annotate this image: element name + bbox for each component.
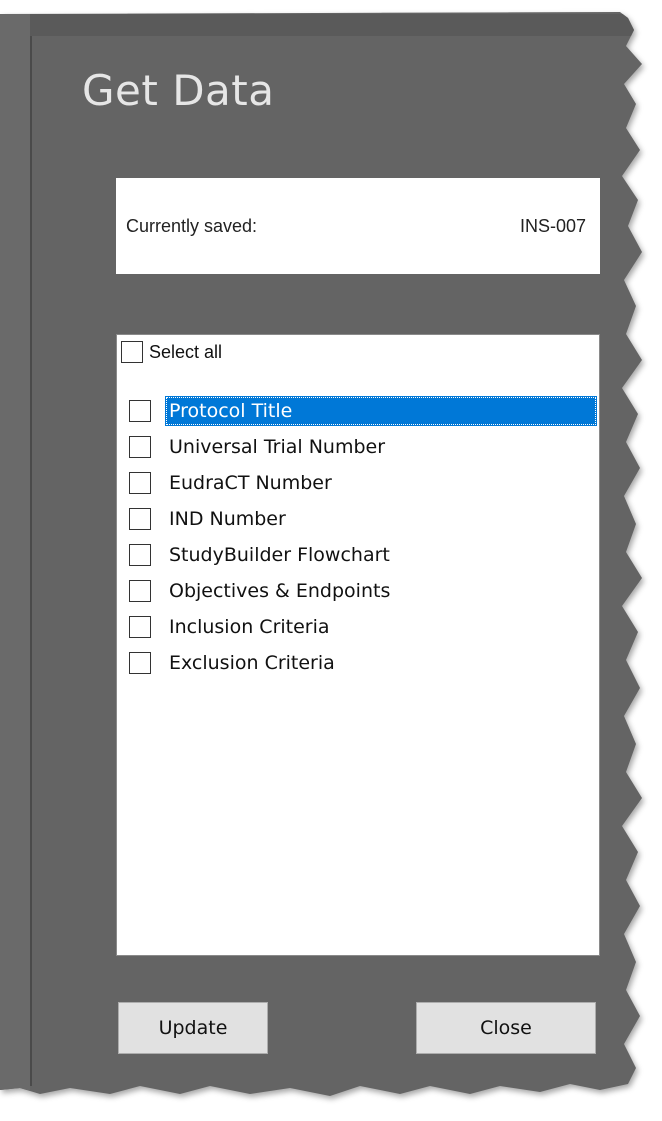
- item-list: Protocol Title Universal Trial Number Eu…: [129, 393, 597, 681]
- list-item-exclusion-criteria[interactable]: Exclusion Criteria: [129, 645, 597, 681]
- item-checkbox[interactable]: [129, 616, 151, 638]
- list-item-objectives-endpoints[interactable]: Objectives & Endpoints: [129, 573, 597, 609]
- list-item-ind-number[interactable]: IND Number: [129, 501, 597, 537]
- window-left-rail: [30, 36, 32, 1086]
- window-left-edge: [0, 14, 30, 1090]
- dialog-title: Get Data: [82, 66, 275, 115]
- list-item-eudract-number[interactable]: EudraCT Number: [129, 465, 597, 501]
- item-label: EudraCT Number: [169, 472, 332, 494]
- item-label: Objectives & Endpoints: [169, 580, 391, 602]
- item-checkbox[interactable]: [129, 652, 151, 674]
- list-item-protocol-title[interactable]: Protocol Title: [129, 393, 597, 429]
- item-label: StudyBuilder Flowchart: [169, 544, 390, 566]
- item-checkbox[interactable]: [129, 580, 151, 602]
- title-bar-strip: [0, 14, 640, 36]
- close-button[interactable]: Close: [416, 1002, 596, 1054]
- dialog-window: Get Data Currently saved: INS-007 Select…: [0, 12, 642, 1096]
- screenshot-clip: Get Data Currently saved: INS-007 Select…: [0, 0, 662, 1121]
- item-checkbox[interactable]: [129, 508, 151, 530]
- currently-saved-value: INS-007: [519, 216, 586, 236]
- item-checkbox[interactable]: [129, 544, 151, 566]
- item-checkbox[interactable]: [129, 436, 151, 458]
- update-button[interactable]: Update: [118, 1002, 268, 1054]
- item-label: Universal Trial Number: [169, 436, 386, 458]
- currently-saved-panel: Currently saved: INS-007: [116, 178, 600, 274]
- item-label: Inclusion Criteria: [169, 616, 330, 638]
- list-item-inclusion-criteria[interactable]: Inclusion Criteria: [129, 609, 597, 645]
- currently-saved-label: Currently saved:: [126, 216, 258, 236]
- list-item-studybuilder-flowchart[interactable]: StudyBuilder Flowchart: [129, 537, 597, 573]
- list-item-universal-trial-number[interactable]: Universal Trial Number: [129, 429, 597, 465]
- data-items-checklist[interactable]: Select all Protocol Title Universal Tria…: [116, 334, 600, 956]
- item-label: IND Number: [169, 508, 286, 530]
- select-all-label: Select all: [149, 341, 223, 362]
- select-all-checkbox-row[interactable]: Select all: [121, 341, 222, 363]
- item-checkbox[interactable]: [129, 472, 151, 494]
- item-checkbox[interactable]: [129, 400, 151, 422]
- item-label: Protocol Title: [165, 396, 597, 426]
- item-label: Exclusion Criteria: [169, 652, 335, 674]
- select-all-checkbox[interactable]: [121, 341, 143, 363]
